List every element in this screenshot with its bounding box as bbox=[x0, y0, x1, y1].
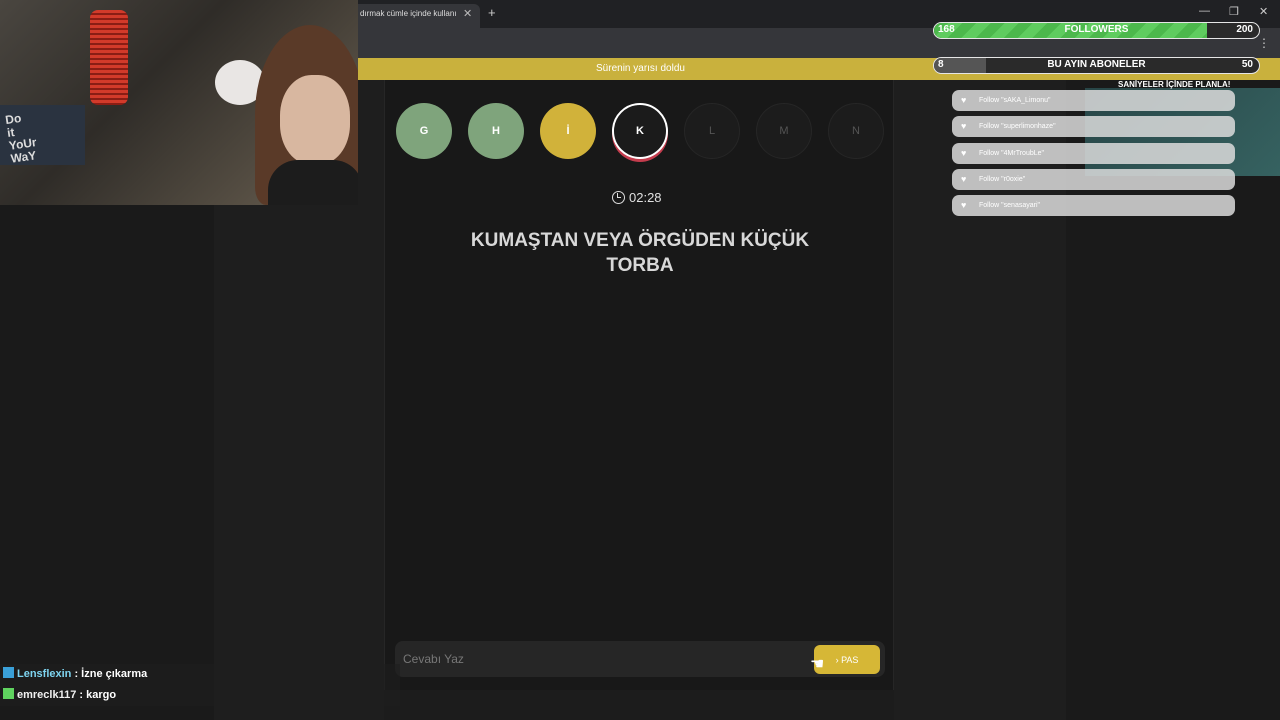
followers-goal-bar: 168 FOLLOWERS 200 bbox=[933, 22, 1260, 39]
chat-text: : İzne çıkarma bbox=[71, 668, 148, 680]
subs-goal-bar: 8 BU AYIN ABONELER 50 bbox=[933, 57, 1260, 74]
followers-label: FOLLOWERS bbox=[1064, 24, 1129, 35]
follow-alert-text: Follow "r0oxie" bbox=[979, 175, 1026, 183]
chat-message: emreclk117 : kargo bbox=[0, 685, 400, 706]
minimize-icon[interactable]: — bbox=[1199, 5, 1210, 17]
timer-value: 02:28 bbox=[629, 190, 662, 205]
follow-alert-item: ♥ Follow "senasayari" bbox=[952, 195, 1235, 217]
subs-goal: 50 bbox=[1241, 59, 1253, 70]
chat-overlay: Lensflexin : İzne çıkarma emreclk117 : ka… bbox=[0, 664, 400, 706]
alert-heading: SANİYELER İÇİNDE PLANLA! bbox=[1118, 80, 1231, 89]
chat-message: Lensflexin : İzne çıkarma bbox=[0, 664, 400, 685]
letter-circle: G bbox=[396, 103, 452, 159]
follow-alert-item: ♥ Follow "superlimonhaze" bbox=[952, 116, 1235, 138]
game-panel bbox=[384, 80, 894, 690]
answer-input[interactable] bbox=[403, 649, 803, 669]
chat-badge-icon bbox=[3, 667, 14, 678]
follow-alert-text: Follow "4MrTroubLe" bbox=[979, 149, 1045, 157]
letter-circle: M bbox=[756, 103, 812, 159]
letter-circle: İ bbox=[540, 103, 596, 159]
streamer-body bbox=[268, 160, 358, 205]
chevron-right-icon: › bbox=[835, 654, 839, 665]
close-window-icon[interactable]: ✕ bbox=[1259, 5, 1268, 18]
follow-alert-item: ♥ Follow "4MrTroubLe" bbox=[952, 142, 1235, 164]
letter-circle: N bbox=[828, 103, 884, 159]
letter-circle: L bbox=[684, 103, 740, 159]
restore-icon[interactable]: ❐ bbox=[1229, 5, 1239, 18]
letter-circle: H bbox=[468, 103, 524, 159]
heart-icon: ♥ bbox=[961, 121, 967, 132]
tab-close-icon[interactable]: ✕ bbox=[463, 7, 472, 20]
page-left-background bbox=[0, 205, 214, 720]
follow-alert-text: Follow "superlimonhaze" bbox=[979, 123, 1056, 131]
follow-alert-list: ♥ Follow "sAKA_Limonu" ♥ Follow "superlimon… bbox=[952, 90, 1235, 221]
browser-tab[interactable]: dırmak cümle içinde kullanı bbox=[350, 4, 480, 28]
hand-cursor-icon: ☚ bbox=[810, 656, 825, 673]
pass-button-label: PAS bbox=[841, 654, 859, 665]
webcam-feed: Do it YoUr WaY bbox=[0, 0, 358, 205]
follow-alert-text: Follow "senasayari" bbox=[979, 202, 1040, 210]
follow-alert-item: ♥ Follow "sAKA_Limonu" bbox=[952, 90, 1235, 111]
follow-alert-item: ♥ Follow "r0oxie" bbox=[952, 168, 1235, 190]
chat-text: : kargo bbox=[76, 689, 117, 701]
screen: dırmak cümle içinde kullanı ✕ + — ❐ ✕ ⋮ … bbox=[0, 0, 1280, 720]
letter-circle: K bbox=[612, 103, 668, 159]
heart-icon: ♥ bbox=[961, 200, 967, 211]
follow-alert-text: Follow "sAKA_Limonu" bbox=[979, 97, 1051, 104]
subs-label: BU AYIN ABONELER bbox=[1047, 59, 1146, 70]
browser-menu-icon[interactable]: ⋮ bbox=[1258, 36, 1270, 50]
streamer-face bbox=[280, 75, 350, 165]
new-tab-button[interactable]: + bbox=[488, 5, 496, 20]
chat-username: emreclk117 bbox=[17, 689, 77, 701]
heart-icon: ♥ bbox=[961, 173, 967, 184]
browser-tab-title: dırmak cümle içinde kullanı bbox=[360, 9, 457, 18]
question-text: KUMAŞTAN VEYA ÖRGÜDEN KÜÇÜK TORBA bbox=[470, 230, 810, 276]
followers-goal: 200 bbox=[1236, 24, 1253, 35]
heart-icon: ♥ bbox=[961, 147, 967, 158]
chat-badge-icon bbox=[3, 688, 14, 699]
clock-icon bbox=[612, 191, 625, 204]
announcement-text: Sürenin yarısı doldu bbox=[596, 63, 685, 74]
microphone bbox=[90, 10, 128, 105]
chat-username: Lensflexin bbox=[17, 668, 72, 680]
timer: 02:28 bbox=[612, 190, 662, 205]
heart-icon: ♥ bbox=[961, 95, 967, 105]
